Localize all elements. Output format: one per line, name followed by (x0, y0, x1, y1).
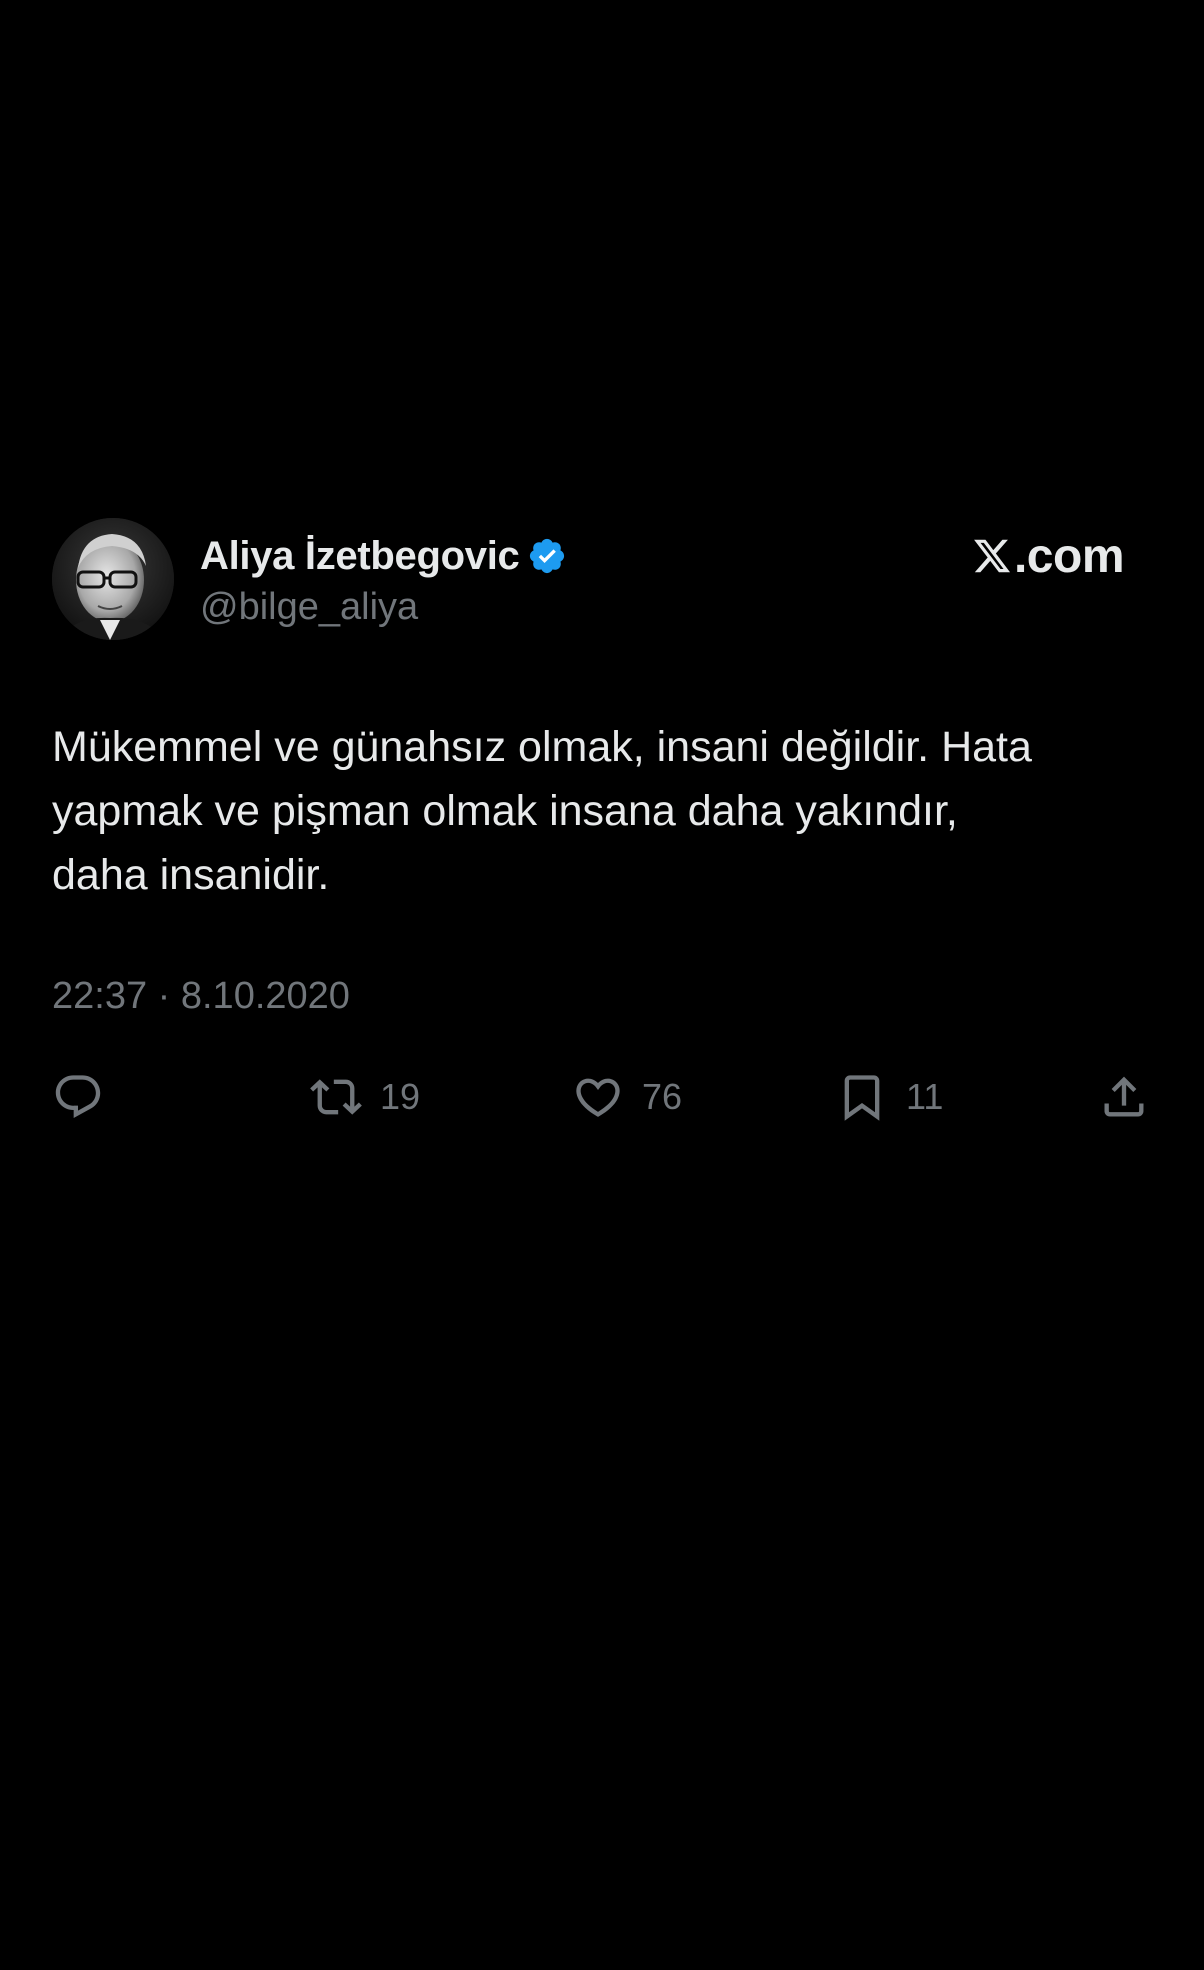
share-icon (1104, 1076, 1144, 1117)
site-logo: .com (972, 526, 1125, 586)
site-domain-text: .com (1013, 529, 1125, 583)
retweet-icon (310, 1079, 362, 1115)
tweet-card: Aliya İzetbegovic @bilge_aliya .com Müke… (0, 500, 1204, 1150)
avatar-portrait-image (52, 518, 174, 640)
tweet-text-line: Mükemmel ve günahsız olmak, insani değil… (52, 723, 1032, 771)
tweet-timestamp[interactable]: 22:37 · 8.10.2020 (52, 975, 350, 1018)
bookmark-icon (844, 1075, 880, 1121)
tweet-text: Mükemmel ve günahsız olmak, insani değil… (52, 715, 1162, 907)
x-logo-icon (974, 539, 1011, 573)
tweet-actions-bar: 19 76 11 (0, 1065, 1204, 1129)
tweet-text-line: daha insanidir. (52, 851, 330, 899)
like-button[interactable]: 76 (572, 1065, 682, 1129)
author-handle[interactable]: @bilge_aliya (200, 586, 567, 629)
share-button[interactable] (1098, 1065, 1150, 1129)
reply-button[interactable] (52, 1065, 104, 1129)
author-display-name[interactable]: Aliya İzetbegovic (200, 534, 520, 579)
bookmark-button[interactable]: 11 (836, 1065, 943, 1129)
reply-icon (55, 1075, 101, 1119)
author-info: Aliya İzetbegovic @bilge_aliya (200, 530, 567, 629)
verified-badge-icon (530, 538, 565, 574)
like-count: 76 (642, 1076, 683, 1117)
author-avatar[interactable] (52, 518, 174, 640)
tweet-text-line: yapmak ve pişman olmak insana daha yakın… (52, 787, 958, 835)
retweet-button[interactable]: 19 (310, 1065, 420, 1129)
display-name-row: Aliya İzetbegovic (200, 530, 567, 582)
bookmark-count: 11 (906, 1076, 944, 1117)
retweet-count: 19 (380, 1076, 421, 1117)
heart-icon (576, 1078, 620, 1117)
